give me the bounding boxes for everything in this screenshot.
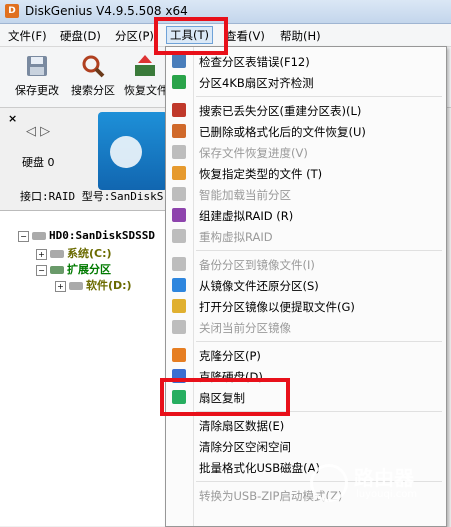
menu-item-icon [172, 208, 186, 222]
save-changes-label: 保存更改 [15, 84, 59, 97]
menu-item-8[interactable]: 组建虚拟RAID (R) [166, 205, 446, 225]
menu-item-label: 分区4KB扇区对齐检测 [199, 76, 314, 90]
menu-view[interactable]: 查看(V) [225, 28, 265, 44]
collapse-icon[interactable]: − [36, 264, 47, 276]
expand-icon[interactable]: + [55, 280, 66, 292]
watermark-sub: luyouqi.com [356, 489, 418, 500]
menu-item-icon [172, 348, 186, 362]
search-partition-button[interactable]: 搜索分区 [70, 53, 116, 98]
menu-item-21[interactable]: 清除分区空闲空间 [166, 436, 446, 456]
menu-item-icon [172, 103, 186, 117]
menu-item-icon [172, 166, 186, 180]
menu-help[interactable]: 帮助(H) [280, 28, 321, 44]
menu-item-icon [172, 75, 186, 89]
disk-label: 硬盘 0 [22, 156, 55, 169]
highlight-box-clone-disk [160, 378, 290, 416]
menu-item-label: 恢复指定类型的文件 (T) [199, 167, 323, 181]
menu-item-label: 重构虚拟RAID [199, 230, 273, 244]
partition-icon [50, 250, 64, 258]
menu-item-icon [172, 257, 186, 271]
menu-item-label: 检查分区表错误(F12) [199, 55, 310, 69]
tree-software-node[interactable]: + 软件(D:) [55, 277, 132, 293]
menu-item-12[interactable]: 从镜像文件还原分区(S) [166, 275, 446, 295]
menu-item-3[interactable]: 搜索已丢失分区(重建分区表)(L) [166, 100, 446, 120]
disk-banner [98, 112, 168, 190]
menu-item-icon [172, 320, 186, 334]
menu-item-icon [172, 124, 186, 138]
menu-item-6[interactable]: 恢复指定类型的文件 (T) [166, 163, 446, 183]
menu-item-label: 保存文件恢复进度(V) [199, 146, 308, 160]
collapse-icon[interactable]: − [18, 230, 29, 242]
menu-item-4[interactable]: 已删除或格式化后的文件恢复(U) [166, 121, 446, 141]
menu-partition[interactable]: 分区(P) [115, 28, 154, 44]
menu-item-11: 备份分区到镜像文件(I) [166, 254, 446, 274]
close-icon[interactable]: × [8, 112, 17, 125]
tree-disk-node[interactable]: − HD0:SanDiskSDSSD [18, 229, 155, 242]
save-changes-button[interactable]: 保存更改 [14, 53, 60, 98]
watermark-logo-icon [310, 464, 348, 502]
expand-icon[interactable]: + [36, 248, 47, 260]
menu-item-icon [172, 229, 186, 243]
menu-separator [196, 250, 442, 251]
menu-item-icon [172, 187, 186, 201]
menu-item-13[interactable]: 打开分区镜像以便提取文件(G) [166, 296, 446, 316]
menu-item-label: 已删除或格式化后的文件恢复(U) [199, 125, 366, 139]
nav-arrows-icon[interactable]: ◁ ▷ [26, 124, 50, 139]
tree-system-label: 系统(C:) [67, 247, 112, 260]
search-partition-label: 搜索分区 [71, 84, 115, 97]
tree-extended-node[interactable]: − 扩展分区 [36, 261, 111, 277]
menu-item-icon [172, 145, 186, 159]
tools-menu: 检查分区表错误(F12) 分区4KB扇区对齐检测搜索已丢失分区(重建分区表)(L)… [165, 46, 447, 527]
recover-file-button[interactable]: 恢复文件 [124, 53, 166, 98]
menu-separator [196, 341, 442, 342]
menu-file[interactable]: 文件(F) [8, 28, 47, 44]
recover-file-label: 恢复文件 [124, 84, 166, 97]
menu-item-label: 批量格式化USB磁盘(A) [199, 461, 320, 475]
partition-icon [50, 266, 64, 274]
menu-item-label: 清除扇区数据(E) [199, 419, 285, 433]
windows-logo-icon [110, 136, 142, 168]
menu-item-label: 智能加载当前分区 [199, 188, 291, 202]
window-title: DiskGenius V4.9.5.508 x64 [25, 4, 188, 18]
menu-item-label: 关闭当前分区镜像 [199, 321, 291, 335]
menu-item-icon [172, 54, 186, 68]
app-logo-icon: D [5, 4, 19, 18]
menu-item-label: 备份分区到镜像文件(I) [199, 258, 315, 272]
tree-extended-label: 扩展分区 [67, 263, 111, 276]
watermark-text: 路由器 [354, 466, 414, 490]
menu-item-label: 组建虚拟RAID (R) [199, 209, 294, 223]
menu-item-1[interactable]: 分区4KB扇区对齐检测 [166, 72, 446, 92]
save-icon [27, 56, 47, 76]
magnifier-icon [82, 55, 105, 78]
menu-item-label: 打开分区镜像以便提取文件(G) [199, 300, 355, 314]
tree-system-node[interactable]: + 系统(C:) [36, 245, 112, 261]
menu-item-16[interactable]: 克隆分区(P) [166, 345, 446, 365]
menu-item-14: 关闭当前分区镜像 [166, 317, 446, 337]
menu-item-20[interactable]: 清除扇区数据(E) [166, 415, 446, 435]
menu-item-7: 智能加载当前分区 [166, 184, 446, 204]
menu-item-5: 保存文件恢复进度(V) [166, 142, 446, 162]
tree-software-label: 软件(D:) [86, 279, 132, 292]
disk-tree: − HD0:SanDiskSDSSD + 系统(C:) − 扩展分区 + 软件(D:) [0, 210, 165, 526]
disk-icon [32, 232, 46, 240]
menu-item-icon [172, 278, 186, 292]
menu-item-label: 克隆分区(P) [199, 349, 261, 363]
menu-item-icon [172, 299, 186, 313]
menu-separator [196, 96, 442, 97]
highlight-box-tools [154, 17, 228, 55]
menu-item-label: 搜索已丢失分区(重建分区表)(L) [199, 104, 362, 118]
menu-item-label: 清除分区空闲空间 [199, 440, 291, 454]
disk-info: 接口:RAID 型号:SanDiskS [20, 190, 164, 203]
menu-item-9: 重构虚拟RAID [166, 226, 446, 246]
menu-item-label: 从镜像文件还原分区(S) [199, 279, 319, 293]
menu-disk[interactable]: 硬盘(D) [60, 28, 101, 44]
watermark: 路由器 luyouqi.com [310, 462, 445, 508]
recover-icon [135, 55, 155, 76]
tree-disk-label: HD0:SanDiskSDSSD [49, 229, 155, 242]
partition-icon [69, 282, 83, 290]
